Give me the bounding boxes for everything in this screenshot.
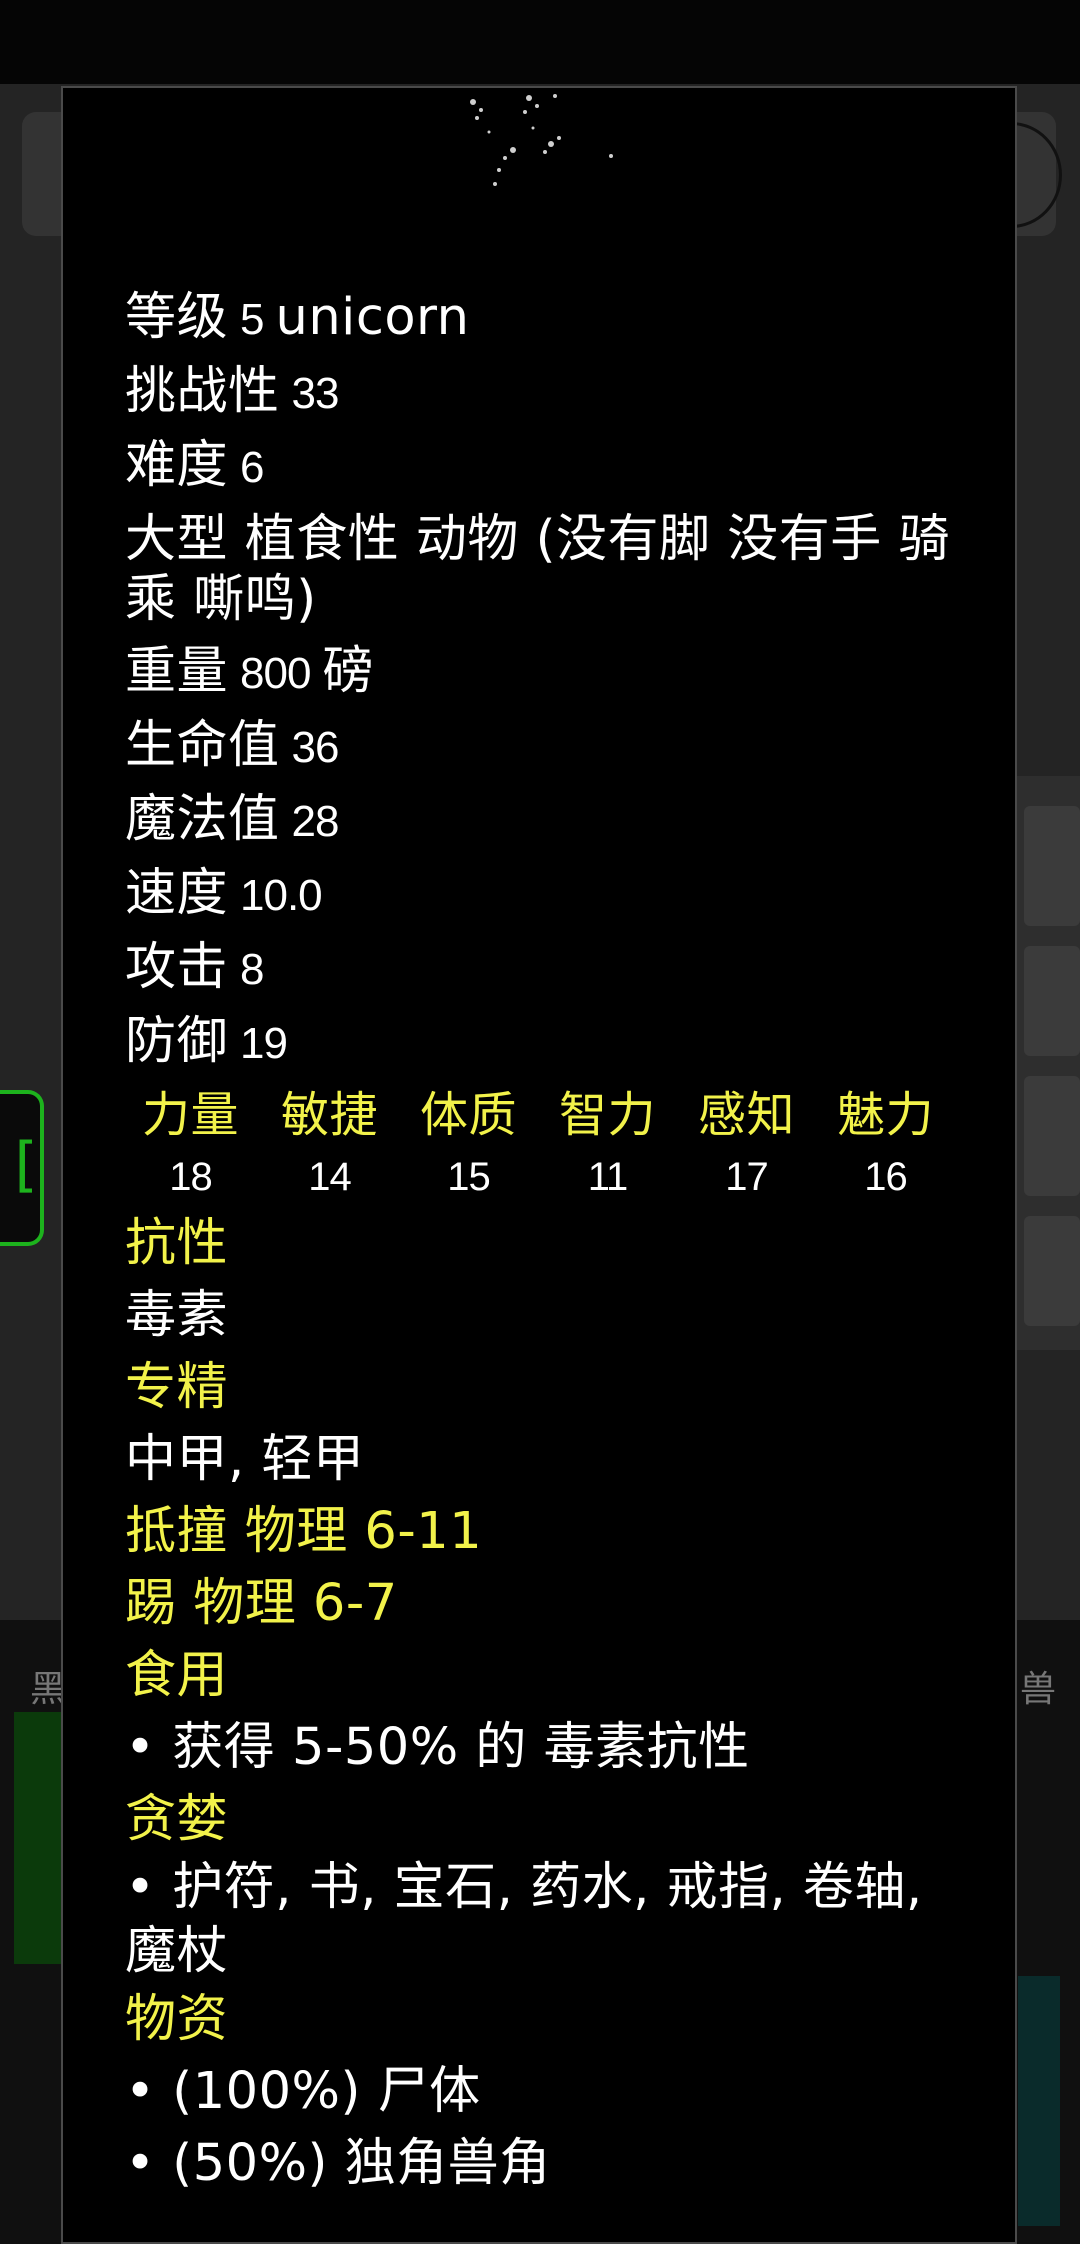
mp-row: 魔法值 28 [125,790,339,849]
weight-row: 重量 800 磅 [125,642,374,701]
stat-strength: 力量 18 [141,1087,239,1199]
hp-row: 生命值 36 [125,716,339,775]
monster-name: unicorn [275,288,470,347]
defense-row: 防御 19 [125,1012,288,1071]
attack-row: 攻击 8 [125,938,265,997]
stat-dexterity: 敏捷 14 [280,1087,378,1199]
health-bar [14,1712,62,1964]
monster-info-content: 等级 5 unicorn 挑战性 33 难度 6 大型 植食性 动物 (没有脚 没有手 … [125,282,985,2200]
resist-heading: 抗性 [125,1214,229,1273]
drop-item: • (100%) 尸体 [125,2062,481,2121]
traits-row: 大型 植食性 动物 (没有脚 没有手 骑乘 嘶鸣) [125,510,950,629]
covet-item: • 护符, 书, 宝石, 药水, 戒指, 卷轴, 魔杖 [125,1858,923,1981]
covet-heading: 贪婪 [125,1790,229,1849]
monster-info-dialog[interactable]: 等级 5 unicorn 挑战性 33 难度 6 大型 植食性 动物 (没有脚 没有手 … [61,86,1017,2244]
monster-portrait [470,94,613,186]
game-screen: [ 黑 兽 等级 5 unicorn 挑战性 33 难度 6 大型 植食性 动物… [0,0,1080,2244]
eat-item: • 获得 5-50% 的 毒素抗性 [125,1718,750,1777]
challenge-row: 挑战性 33 [125,362,339,421]
eat-heading: 食用 [125,1646,229,1705]
drops-heading: 物资 [125,1990,229,2049]
difficulty-row: 难度 6 [125,436,265,495]
stat-constitution: 体质 15 [419,1087,517,1199]
attack-butt: 抵撞 物理 6-11 [125,1502,483,1561]
proficiency-value: 中甲, 轻甲 [125,1430,365,1489]
bottom-right-label: 兽 [1020,1669,1057,1710]
stat-wisdom: 感知 17 [697,1087,795,1199]
dungeon-wall-tiles [1016,776,1080,1350]
attack-kick: 踢 物理 6-7 [125,1574,398,1633]
stat-charisma: 魅力 16 [836,1087,934,1199]
top-bar [0,0,1080,84]
resist-value: 毒素 [125,1286,229,1345]
level-row: 等级 5 unicorn [125,288,470,347]
drop-item: • (50%) 独角兽角 [125,2134,551,2193]
proficiency-heading: 专精 [125,1358,229,1417]
mana-bar [1018,1976,1060,2226]
speed-row: 速度 10.0 [125,864,323,923]
side-menu-button[interactable]: [ [0,1090,44,1246]
attribute-table: 力量 18 敏捷 14 体质 15 智力 11 感知 17 魅力 16 [121,1084,985,1208]
stat-intelligence: 智力 11 [558,1087,656,1199]
